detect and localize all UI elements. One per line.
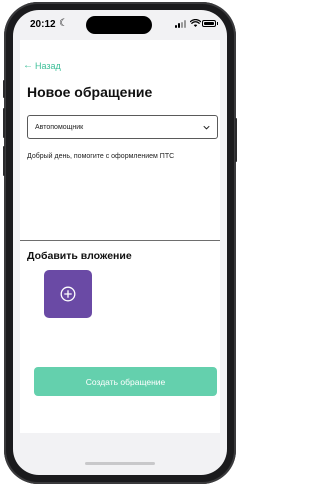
moon-icon: ☾ (59, 18, 68, 29)
attachments-heading: Добавить вложение (27, 250, 132, 262)
phone-side-button (3, 80, 5, 98)
plus-circle-icon (60, 286, 76, 302)
back-arrow-icon: ← (23, 60, 33, 71)
phone-power-button (235, 118, 237, 162)
wifi-icon (190, 19, 201, 27)
back-label: Назад (35, 60, 61, 71)
status-bar: 20:12 ☾ (13, 10, 227, 40)
message-divider (20, 240, 220, 241)
message-textarea[interactable]: Добрый день, помогите с оформлением ПТС (27, 153, 222, 160)
screen: 20:12 ☾ ← Назад Новое обращение Автопомо… (13, 10, 227, 475)
back-button[interactable]: ← Назад (23, 60, 61, 71)
cellular-signal-icon (175, 20, 187, 28)
category-select-value: Автопомощник (35, 123, 84, 131)
home-indicator (85, 462, 155, 465)
phone-volume-down-button (3, 146, 5, 176)
status-time: 20:12 (30, 19, 56, 30)
battery-cap (217, 22, 218, 25)
chevron-down-icon (203, 125, 210, 129)
add-attachment-button[interactable] (44, 270, 92, 318)
battery-icon (202, 20, 216, 27)
page-title: Новое обращение (27, 84, 153, 100)
phone-volume-up-button (3, 108, 5, 138)
category-select[interactable]: Автопомощник (27, 115, 218, 139)
create-request-button[interactable]: Создать обращение (34, 367, 217, 396)
dynamic-island (86, 16, 152, 34)
